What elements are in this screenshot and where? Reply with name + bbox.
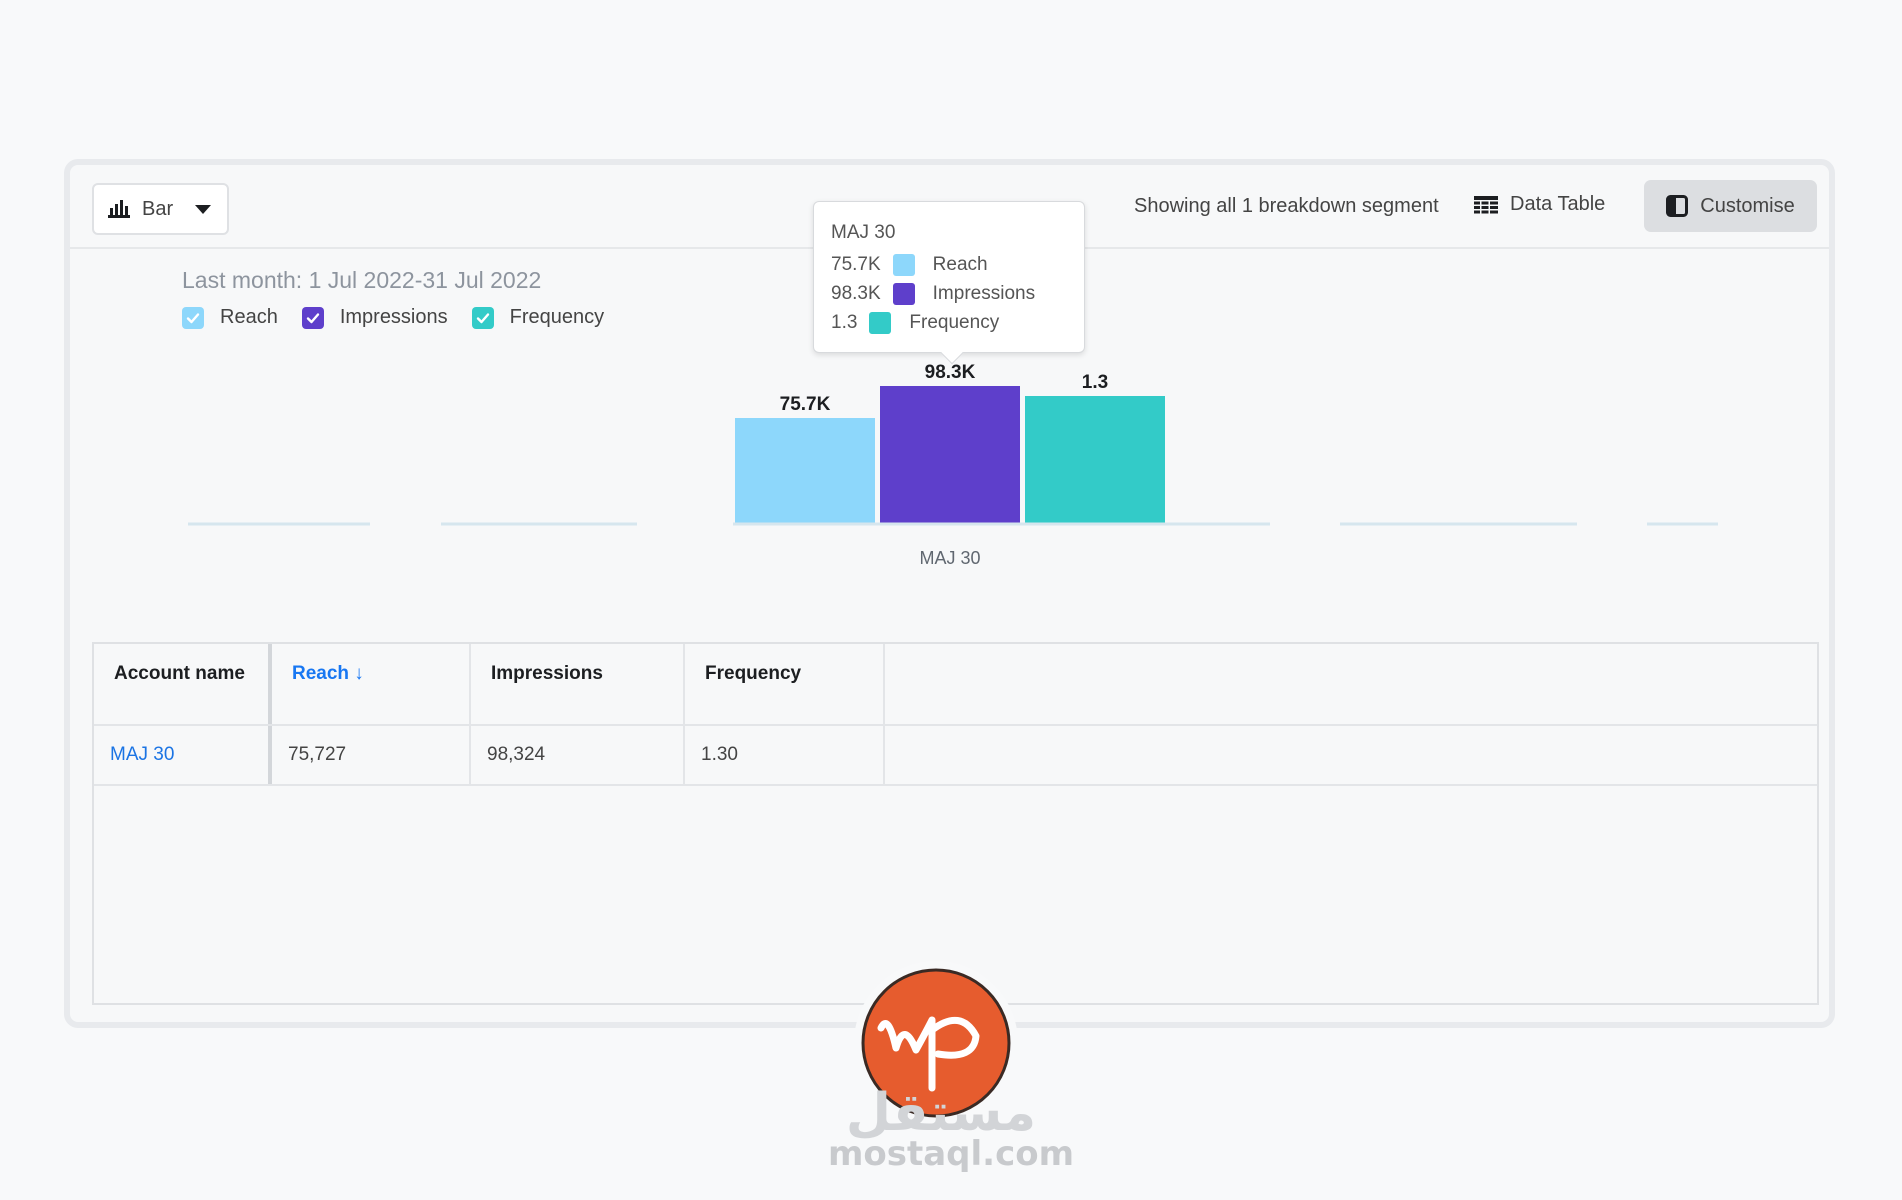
column-header-account-name[interactable]: Account name xyxy=(94,644,272,724)
customise-button[interactable]: Customise xyxy=(1644,180,1817,232)
tooltip-value: 1.3 xyxy=(831,311,858,333)
tooltip-label: Impressions xyxy=(932,282,1036,304)
bar-reach[interactable] xyxy=(735,418,875,524)
data-table: Account name Reach ↓ Impressions Frequen… xyxy=(92,642,1819,1005)
insights-panel: Bar Showing all 1 breakdown segment Data… xyxy=(64,159,1835,1028)
breakdown-segment-text: Showing all 1 breakdown segment xyxy=(1134,195,1439,217)
panel-layout-icon xyxy=(1666,195,1689,217)
tooltip-row-frequency: 1.3 Frequency xyxy=(831,308,1068,337)
customise-label: Customise xyxy=(1700,194,1795,217)
tooltip-swatch xyxy=(869,311,892,334)
caret-down-icon xyxy=(195,204,212,214)
chart-type-dropdown[interactable]: Bar xyxy=(92,183,229,235)
data-label-frequency: 1.3 xyxy=(1082,372,1108,393)
x-tick-label: MAJ 30 xyxy=(919,548,980,568)
tooltip-row-reach: 75.7K Reach xyxy=(831,250,1068,279)
tooltip-swatch xyxy=(892,253,915,276)
data-table-button[interactable]: Data Table xyxy=(1474,193,1605,216)
table-icon xyxy=(1474,195,1498,213)
chart-tooltip: MAJ 30 75.7K Reach 98.3K Impressions 1.3… xyxy=(813,201,1085,365)
bar-chart-icon xyxy=(108,200,130,218)
mostaql-watermark: مستقل mostaql.com xyxy=(828,961,1074,1174)
chart-type-label: Bar xyxy=(142,197,174,220)
column-header-impressions[interactable]: Impressions xyxy=(471,644,685,724)
tooltip-label: Reach xyxy=(932,253,988,275)
column-header-empty xyxy=(885,644,1817,724)
table-header-row: Account name Reach ↓ Impressions Frequen… xyxy=(94,644,1817,726)
table-cell-reach: 75,727 xyxy=(272,726,471,784)
column-header-frequency[interactable]: Frequency xyxy=(685,644,885,724)
data-label-impressions: 98.3K xyxy=(925,362,976,383)
tooltip-value: 98.3K xyxy=(831,282,881,304)
table-row: MAJ 30 75,727 98,324 1.30 xyxy=(94,726,1817,786)
tooltip-value: 75.7K xyxy=(831,253,881,275)
tooltip-swatch xyxy=(892,282,915,305)
brand-domain-text: mostaql.com xyxy=(828,1134,1074,1174)
column-header-reach[interactable]: Reach ↓ xyxy=(272,644,471,724)
bar-impressions[interactable] xyxy=(880,386,1020,524)
tooltip-row-impressions: 98.3K Impressions xyxy=(831,279,1068,308)
table-cell-empty xyxy=(885,726,1817,784)
account-name-link[interactable]: MAJ 30 xyxy=(94,726,272,784)
tooltip-title: MAJ 30 xyxy=(831,222,896,243)
data-table-label: Data Table xyxy=(1510,193,1606,215)
bar-frequency[interactable] xyxy=(1025,396,1165,524)
table-cell-frequency: 1.30 xyxy=(685,726,885,784)
table-cell-impressions: 98,324 xyxy=(471,726,685,784)
tooltip-label: Frequency xyxy=(909,311,1000,333)
data-label-reach: 75.7K xyxy=(780,394,831,415)
